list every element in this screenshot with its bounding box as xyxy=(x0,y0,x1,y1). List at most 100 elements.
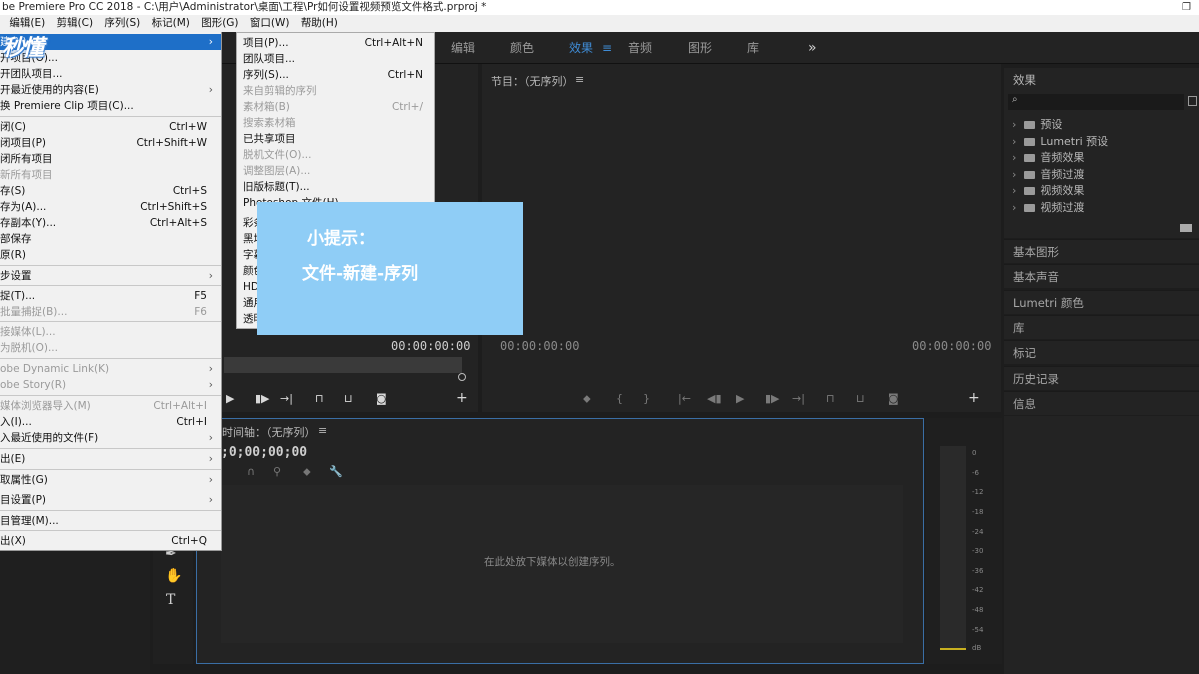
file-menu-item[interactable]: 入(I)... Ctrl+I xyxy=(0,414,221,430)
timeline-title[interactable]: 时间轴：（无序列） xyxy=(222,424,316,440)
linked-selection-icon[interactable]: ⚲ xyxy=(273,465,281,478)
program-play-icon[interactable]: ▶ xyxy=(736,392,744,405)
more-workspaces-icon[interactable]: » xyxy=(808,32,817,64)
file-menu-item[interactable]: 目设置(P) › xyxy=(0,492,221,508)
program-monitor-title[interactable]: 节目：（无序列） xyxy=(491,73,574,89)
effects-folder-button-icon[interactable] xyxy=(1180,224,1192,232)
file-menu-item[interactable]: 出(X) Ctrl+Q xyxy=(0,533,221,549)
step-forward-icon[interactable]: ▮▶ xyxy=(255,392,270,405)
menu-window[interactable]: 窗口(W) xyxy=(246,15,294,32)
program-go-to-out-icon[interactable]: →| xyxy=(792,392,805,405)
go-to-out-icon[interactable]: →| xyxy=(280,392,293,405)
file-menu-item[interactable]: 媒体浏览器导入(M) Ctrl+Alt+I xyxy=(0,398,221,414)
workspace-tab-edit[interactable]: 编辑 xyxy=(451,32,475,64)
new-submenu-item[interactable]: 脱机文件(O)... xyxy=(243,147,433,163)
new-submenu-item[interactable]: 调整图层(A)... xyxy=(243,163,433,179)
timeline-timecode[interactable]: ;0;00;00;00 xyxy=(221,445,307,460)
type-tool-icon[interactable]: T xyxy=(166,592,175,608)
go-to-in-icon[interactable]: |← xyxy=(678,392,691,405)
workspace-tab-audio[interactable]: 音频 xyxy=(628,32,652,64)
file-menu-item[interactable]: 闭项目(P) Ctrl+Shift+W xyxy=(0,135,221,151)
effects-tree-item-video-effects[interactable]: › 视频效果 xyxy=(1012,183,1084,199)
file-menu-item[interactable]: 存为(A)... Ctrl+Shift+S xyxy=(0,199,221,215)
add-marker-icon[interactable]: ⬥ xyxy=(303,465,311,479)
play-icon[interactable]: ▶ xyxy=(226,392,234,405)
effects-tree-item-audio-transitions[interactable]: › 音频过渡 xyxy=(1012,167,1084,183)
panel-markers[interactable]: 标记 xyxy=(1004,340,1199,364)
file-menu-item[interactable]: 存副本(Y)... Ctrl+Alt+S xyxy=(0,215,221,231)
file-menu-item[interactable]: 接媒体(L)... xyxy=(0,324,221,340)
file-menu-item[interactable]: 闭所有项目 xyxy=(0,151,221,167)
extract-icon[interactable]: ⊔ xyxy=(856,392,865,405)
file-menu-item[interactable]: 目管理(M)... xyxy=(0,513,221,529)
mark-in-icon[interactable]: { xyxy=(616,392,623,405)
menu-graphics[interactable]: 图形(G) xyxy=(197,15,242,32)
effects-tree-item-lumetri-presets[interactable]: › Lumetri 预设 xyxy=(1012,134,1108,150)
new-bin-icon[interactable] xyxy=(1188,96,1197,106)
workspace-tab-menu-icon[interactable]: ≡ xyxy=(602,32,612,64)
new-submenu-item[interactable]: 素材箱(B) Ctrl+/ xyxy=(243,99,433,115)
panel-info[interactable]: 信息 xyxy=(1004,391,1199,415)
snap-icon[interactable]: ∩ xyxy=(247,465,255,478)
workspace-tab-graphics[interactable]: 图形 xyxy=(688,32,712,64)
file-menu-item[interactable]: 取属性(G) › xyxy=(0,472,221,488)
restore-window-button[interactable]: ❐ xyxy=(1182,0,1191,15)
add-button-icon[interactable]: + xyxy=(456,390,468,406)
add-marker-icon[interactable]: ⬥ xyxy=(583,392,591,406)
new-submenu-item[interactable]: 团队项目... xyxy=(243,51,433,67)
panel-libraries[interactable]: 库 xyxy=(1004,315,1199,339)
program-add-button-icon[interactable]: + xyxy=(968,390,980,406)
effects-tree-item-video-transitions[interactable]: › 视频过渡 xyxy=(1012,200,1084,216)
new-submenu-item[interactable]: 项目(P)... Ctrl+Alt+N xyxy=(243,35,433,51)
timeline-menu-icon[interactable]: ≡ xyxy=(318,424,327,437)
workspace-tab-effects[interactable]: 效果 xyxy=(569,32,593,64)
mark-out-icon[interactable]: } xyxy=(643,392,650,405)
file-menu-item[interactable]: 开最近使用的内容(E) › xyxy=(0,82,221,98)
panel-essential-graphics[interactable]: 基本图形 xyxy=(1004,239,1199,263)
new-submenu-item[interactable]: 搜索素材箱 xyxy=(243,115,433,131)
program-panel-menu-icon[interactable]: ≡ xyxy=(575,73,584,86)
file-menu-item[interactable]: 原(R) xyxy=(0,247,221,263)
new-submenu-item[interactable]: 来自剪辑的序列 xyxy=(243,83,433,99)
insert-icon[interactable]: ⊓ xyxy=(315,392,324,405)
file-menu-item[interactable]: obe Dynamic Link(K) › xyxy=(0,361,221,377)
panel-history[interactable]: 历史记录 xyxy=(1004,366,1199,390)
export-frame-icon[interactable]: ◙ xyxy=(888,392,899,405)
file-menu-item[interactable]: obe Story(R) › xyxy=(0,377,221,393)
file-menu-item[interactable]: 为脱机(O)... xyxy=(0,340,221,356)
file-menu-item[interactable]: 出(E) › xyxy=(0,451,221,467)
file-menu-item[interactable]: 入最近使用的文件(F) › xyxy=(0,430,221,446)
file-menu-item[interactable]: 部保存 xyxy=(0,231,221,247)
menu-marker[interactable]: 标记(M) xyxy=(148,15,194,32)
effects-tree-item-audio-effects[interactable]: › 音频效果 xyxy=(1012,150,1084,166)
effects-panel-title[interactable]: 效果 xyxy=(1013,72,1036,88)
workspace-tab-libraries[interactable]: 库 xyxy=(747,32,759,64)
program-step-forward-icon[interactable]: ▮▶ xyxy=(765,392,780,405)
source-time-ruler[interactable] xyxy=(224,357,462,373)
file-menu-item[interactable]: 存(S) Ctrl+S xyxy=(0,183,221,199)
file-menu-item[interactable]: 新所有项目 xyxy=(0,167,221,183)
workspace-tab-color[interactable]: 颜色 xyxy=(510,32,534,64)
wrench-icon[interactable]: 🔧 xyxy=(329,465,343,478)
file-menu-item[interactable]: 闭(C) Ctrl+W xyxy=(0,119,221,135)
new-submenu-item[interactable]: 序列(S)... Ctrl+N xyxy=(243,67,433,83)
file-menu-item[interactable]: 开团队项目... xyxy=(0,66,221,82)
file-menu-item[interactable]: 步设置 › xyxy=(0,268,221,284)
menu-help[interactable]: 帮助(H) xyxy=(297,15,342,32)
panel-essential-sound[interactable]: 基本声音 xyxy=(1004,264,1199,288)
menu-sequence[interactable]: 序列(S) xyxy=(100,15,144,32)
step-back-icon[interactable]: ◀▮ xyxy=(707,392,722,405)
new-submenu-item[interactable]: 旧版标题(T)... xyxy=(243,179,433,195)
hand-tool-icon[interactable]: ✋ xyxy=(165,568,182,584)
new-submenu-item[interactable]: 已共享项目 xyxy=(243,131,433,147)
overwrite-icon[interactable]: ⊔ xyxy=(344,392,353,405)
file-menu-item[interactable]: 换 Premiere Clip 项目(C)... xyxy=(0,98,221,114)
panel-lumetri-color[interactable]: Lumetri 颜色 xyxy=(1004,290,1199,314)
file-menu-item[interactable]: 批量捕捉(B)... F6 xyxy=(0,304,221,320)
source-playhead-handle[interactable] xyxy=(458,373,466,381)
effects-search-input[interactable]: ⌕ xyxy=(1008,94,1184,110)
file-menu-item[interactable]: 捉(T)... F5 xyxy=(0,288,221,304)
camera-icon[interactable]: ◙ xyxy=(376,392,387,405)
effects-tree-item-presets[interactable]: › 预设 xyxy=(1012,117,1062,133)
lift-icon[interactable]: ⊓ xyxy=(826,392,835,405)
